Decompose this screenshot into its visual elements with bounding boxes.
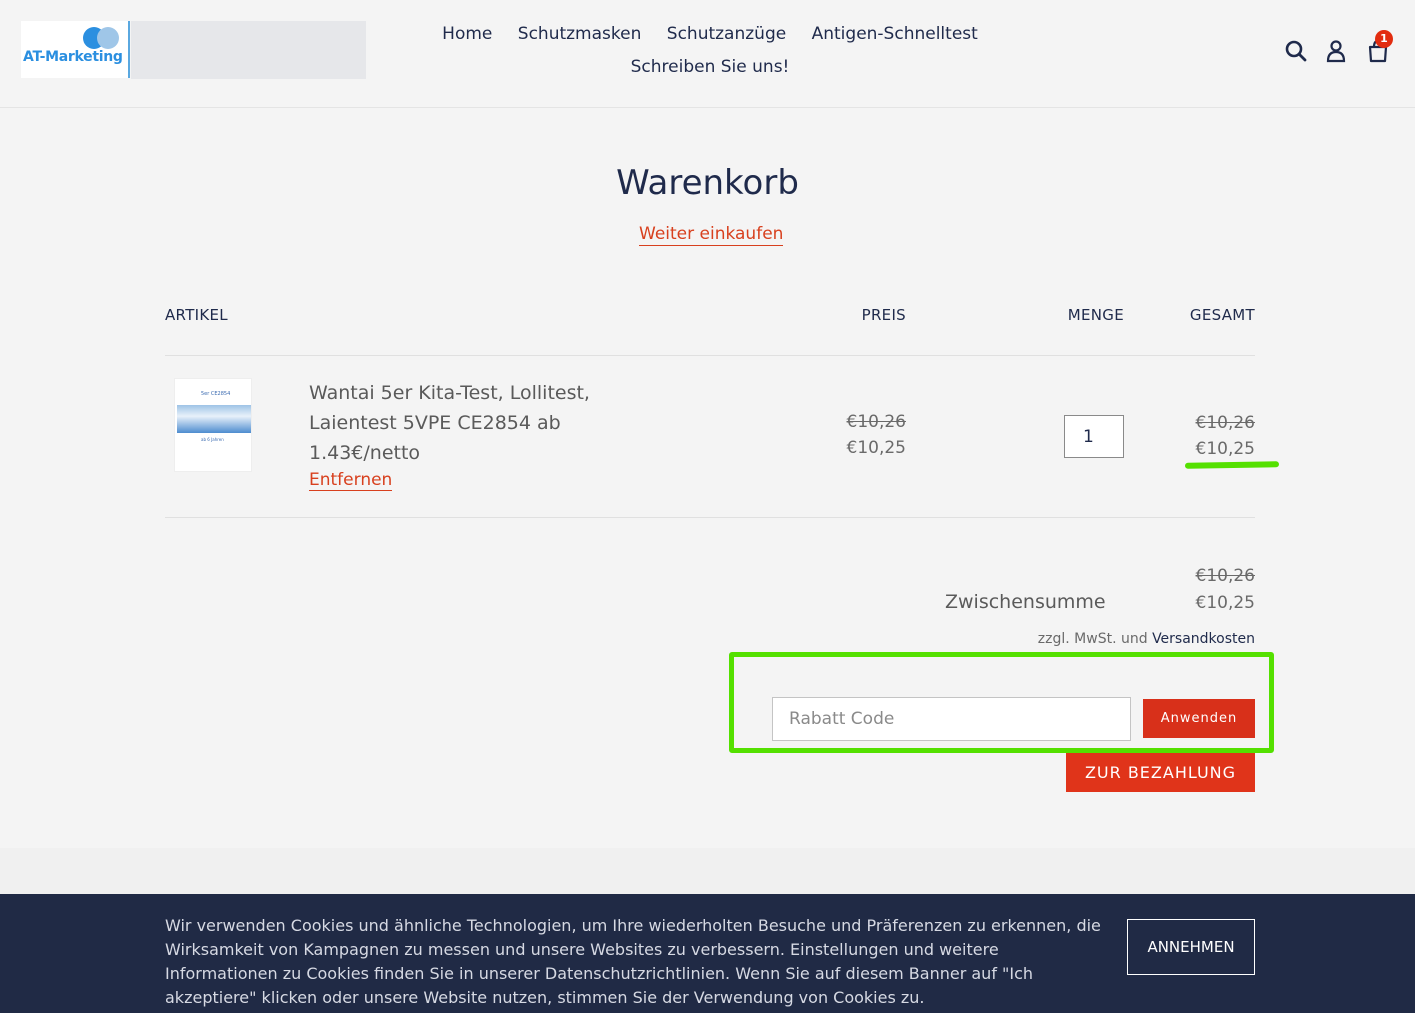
nav-antigen-schnelltest[interactable]: Antigen-Schnelltest	[812, 24, 978, 44]
checkout-button[interactable]: ZUR BEZAHLUNG	[1066, 753, 1255, 792]
table-divider-top	[165, 355, 1255, 356]
nav-contact-link[interactable]: Schreiben Sie uns!	[631, 57, 790, 77]
product-thumbnail[interactable]: 5er CE2854 ab 6 Jahren	[174, 378, 252, 472]
account-icon[interactable]	[1323, 38, 1349, 64]
table-divider-bottom	[165, 517, 1255, 518]
nav-schutzmasken[interactable]: Schutzmasken	[518, 24, 642, 44]
remove-item-link[interactable]: Entfernen	[309, 470, 393, 491]
nav-home[interactable]: Home	[442, 24, 492, 44]
column-header-quantity: MENGE	[1067, 306, 1124, 324]
cookie-text: Wir verwenden Cookies und ähnliche Techn…	[165, 916, 1101, 1007]
tax-note: zzgl. MwSt. und Versandkosten	[1038, 631, 1255, 647]
page-title: Warenkorb	[616, 163, 799, 203]
line-total-sale: €10,25	[1195, 439, 1255, 459]
cookie-banner: Wir verwenden Cookies und ähnliche Techn…	[0, 894, 1415, 1013]
subtotal-sale: €10,25	[1195, 593, 1255, 613]
nav-schutzanzuege[interactable]: Schutzanzüge	[667, 24, 786, 44]
shipping-costs-link[interactable]: Versandkosten	[1152, 631, 1255, 647]
coupon-code-input[interactable]	[772, 697, 1131, 741]
footer-band	[0, 848, 1415, 894]
quantity-input[interactable]	[1064, 415, 1124, 458]
tax-note-text: zzgl. MwSt. und	[1037, 631, 1153, 647]
cart-count-badge: 1	[1375, 30, 1393, 48]
column-header-price: PREIS	[861, 306, 906, 324]
continue-shopping-link[interactable]: Weiter einkaufen	[639, 224, 784, 246]
thumb-title: 5er CE2854	[201, 391, 231, 397]
logo-circles-icon	[83, 27, 123, 49]
thumb-image-band	[177, 405, 251, 433]
subtotal-label: Zwischensumme	[945, 591, 1106, 613]
logo-banner-image	[131, 21, 366, 79]
unit-price-sale: €10,25	[846, 438, 906, 458]
line-total-original: €10,26	[1195, 413, 1255, 433]
main-nav: Home Schutzmasken Schutzanzüge Antigen-S…	[380, 18, 1040, 84]
logo-text: AT-Marketing	[23, 49, 123, 65]
subtotal-original: €10,26	[1195, 566, 1255, 586]
unit-price-original: €10,26	[846, 412, 906, 432]
site-header: AT-Marketing Home Schutzmasken Schutzanz…	[0, 0, 1415, 108]
highlight-underline	[1184, 461, 1280, 469]
product-name-link[interactable]: Wantai 5er Kita-Test, Lollitest, Laiente…	[309, 378, 629, 468]
site-logo[interactable]: AT-Marketing	[21, 21, 130, 78]
search-icon[interactable]	[1283, 38, 1309, 64]
accept-cookies-button[interactable]: ANNEHMEN	[1127, 919, 1255, 975]
nav-contact: Schreiben Sie uns!	[390, 51, 1030, 84]
column-header-total: GESAMT	[1189, 306, 1255, 324]
thumb-subtitle: ab 6 Jahren	[201, 437, 224, 442]
apply-coupon-button[interactable]: Anwenden	[1143, 699, 1255, 738]
column-header-item: ARTIKEL	[165, 306, 228, 324]
